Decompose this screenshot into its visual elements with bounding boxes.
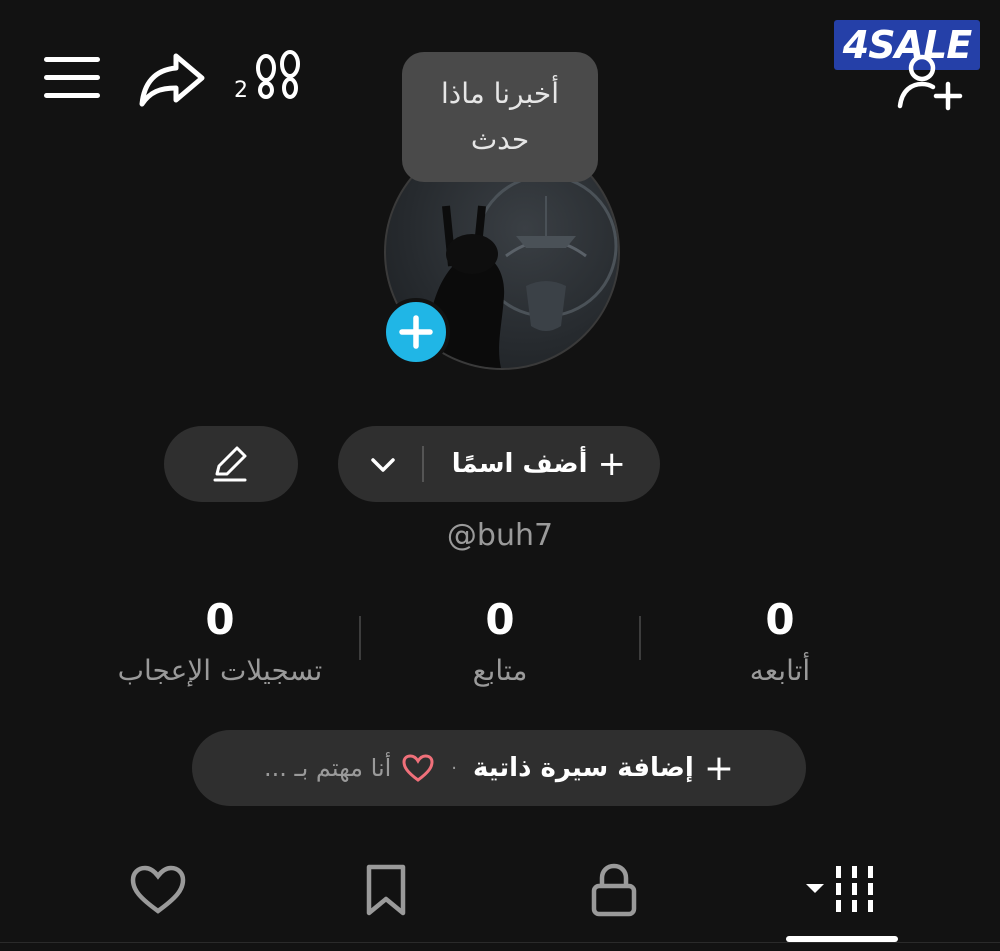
interest-placeholder: أنا مهتم بـ ... [264, 754, 392, 782]
menu-button[interactable] [40, 50, 104, 106]
chevron-down-icon[interactable] [368, 450, 398, 480]
plus-icon: + [703, 747, 734, 789]
divider [422, 446, 424, 482]
stat-followers[interactable]: 0 متابع [370, 595, 630, 688]
hamburger-menu-icon [44, 57, 100, 98]
edit-profile-button[interactable] [164, 426, 298, 502]
heart-outline-icon [402, 754, 434, 782]
followers-label: متابع [472, 654, 528, 687]
status-tooltip[interactable]: أخبرنا ماذا حدث [402, 52, 598, 182]
add-name-button[interactable]: + أضف اسمًا [338, 426, 660, 502]
tooltip-text: أخبرنا ماذا حدث [441, 77, 559, 156]
stat-following[interactable]: 0 أتابعه [650, 595, 910, 688]
followers-count: 0 [485, 595, 515, 644]
stat-divider [639, 616, 641, 660]
following-count: 0 [765, 595, 795, 644]
tab-bar-divider [0, 942, 1000, 943]
tab-private[interactable] [544, 850, 684, 930]
likes-count: 0 [205, 595, 235, 644]
share-button[interactable] [138, 50, 208, 110]
plus-icon [399, 315, 433, 349]
lock-icon [591, 863, 637, 917]
add-bio-button[interactable]: + إضافة سيرة ذاتية · أنا مهتم بـ ... [192, 730, 806, 806]
profile-views-count: 2 [234, 78, 248, 103]
tab-saved[interactable] [316, 850, 456, 930]
add-bio-label: إضافة سيرة ذاتية [473, 753, 694, 783]
share-arrow-icon [139, 53, 205, 107]
add-user-icon [897, 54, 963, 111]
add-avatar-button[interactable] [382, 298, 450, 366]
profile-views-button[interactable]: 2 [232, 50, 312, 110]
grid-videos-icon [806, 866, 873, 912]
add-name-label-group: + أضف اسمًا [452, 426, 626, 502]
heart-icon [130, 865, 186, 914]
plus-icon: + [597, 444, 627, 484]
stat-likes[interactable]: 0 تسجيلات الإعجاب [90, 595, 350, 688]
tab-liked[interactable] [88, 850, 228, 930]
stat-divider [359, 616, 361, 660]
pencil-icon [213, 446, 247, 482]
username: @buh7 [446, 518, 554, 553]
add-name-label: أضف اسمًا [451, 449, 588, 479]
likes-label: تسجيلات الإعجاب [117, 654, 323, 687]
following-label: أتابعه [749, 654, 811, 687]
bookmark-icon [366, 864, 406, 916]
tab-videos[interactable] [772, 850, 912, 930]
separator-dot: · [451, 757, 458, 779]
add-friend-button[interactable] [892, 46, 964, 112]
